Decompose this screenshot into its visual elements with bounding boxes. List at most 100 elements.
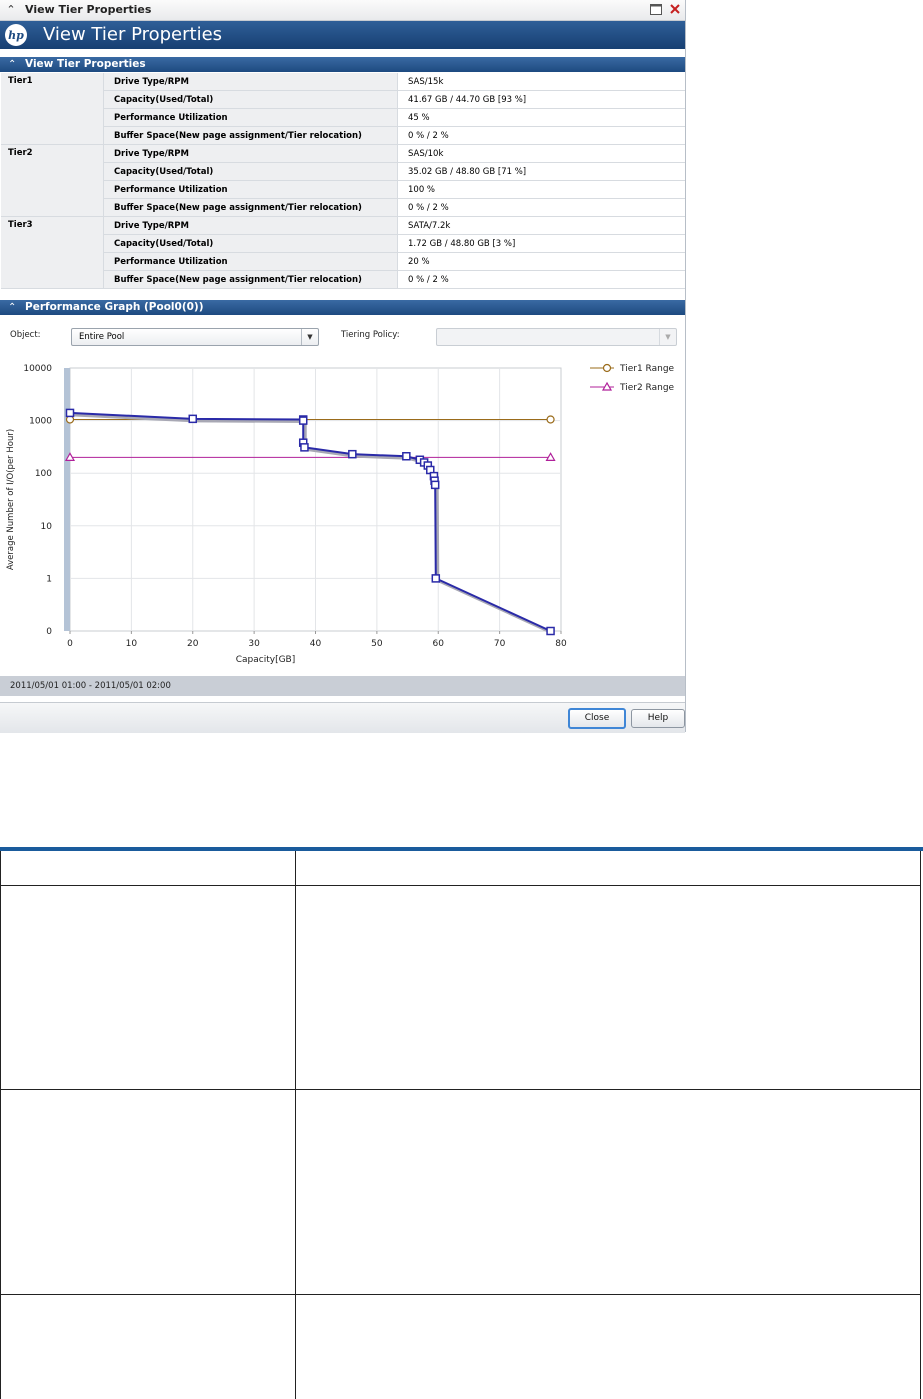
tier-name: Tier2	[1, 144, 104, 217]
data-point-square	[546, 626, 555, 636]
x-tick-label: 10	[126, 639, 138, 649]
window-titlebar: ⌃ View Tier Properties	[0, 0, 685, 21]
data-point-square	[188, 414, 197, 424]
x-tick-label: 40	[310, 639, 322, 649]
collapse-double-chevron-icon[interactable]: ⌃	[4, 3, 18, 17]
tier-property-row: Capacity(Used/Total) 41.67 GB / 44.70 GB …	[1, 90, 685, 109]
x-tick-label: 60	[433, 639, 445, 649]
property-value: 0 % / 2 %	[397, 198, 685, 217]
property-value: 1.72 GB / 48.80 GB [3 %]	[397, 234, 685, 253]
y-tick-label: 0	[46, 627, 52, 637]
window-title: View Tier Properties	[25, 3, 152, 16]
property-label: Capacity(Used/Total)	[103, 162, 398, 181]
property-value: 41.67 GB / 44.70 GB [93 %]	[397, 90, 685, 109]
tier-properties-table: Tier1 Drive Type/RPM SAS/15k Capacity(Used/…	[1, 73, 685, 289]
property-value: 0 % / 2 %	[397, 126, 685, 145]
property-label: Buffer Space(New page assignment/Tier re…	[103, 198, 398, 217]
tier-property-row: Tier1 Drive Type/RPM SAS/15k	[1, 73, 685, 145]
x-tick-label: 0	[67, 639, 73, 649]
tier-property-row: Performance Utilization 20 %	[1, 252, 685, 271]
property-value: 0 % / 2 %	[397, 270, 685, 289]
collapse-double-chevron-icon[interactable]: ⌃	[8, 57, 16, 72]
property-value: SAS/10k	[397, 144, 685, 163]
x-tick-label: 20	[187, 639, 199, 649]
property-label: Drive Type/RPM	[103, 216, 398, 235]
x-tick-label: 50	[371, 639, 383, 649]
tier-property-row: Tier2 Drive Type/RPM SAS/10k	[1, 144, 685, 217]
property-label: Capacity(Used/Total)	[103, 234, 398, 253]
data-point-square	[431, 574, 441, 583]
plot-left-band	[64, 368, 70, 631]
x-tick-label: 70	[494, 639, 506, 649]
data-point-square	[430, 480, 440, 490]
property-value: SAS/15k	[397, 73, 685, 91]
table-row-rule	[0, 1089, 921, 1090]
tier-property-row: Performance Utilization 100 %	[1, 180, 685, 199]
performance-graph-panel: Object: Entire Pool ▼ Tiering Policy: ▼ …	[1, 316, 685, 676]
property-label: Drive Type/RPM	[103, 73, 398, 91]
data-point-circle	[546, 415, 555, 424]
banner-title: View Tier Properties	[43, 24, 223, 45]
x-axis-label: Capacity[GB]	[236, 655, 296, 665]
data-point-circle	[602, 363, 612, 373]
table-header-row	[0, 851, 923, 887]
svg-text:hp: hp	[8, 29, 24, 42]
maximize-icon	[650, 3, 662, 15]
legend-label: Tier2 Range	[619, 383, 675, 393]
properties-section-header[interactable]: ⌃ View Tier Properties	[0, 57, 685, 72]
tier-name: Tier1	[1, 73, 104, 145]
status-bar: 2011/05/01 01:00 - 2011/05/01 02:00	[0, 676, 685, 696]
tier-property-row: Capacity(Used/Total) 1.72 GB / 48.80 GB […	[1, 234, 685, 253]
hp-logo-icon: hp	[5, 24, 27, 46]
tier-property-row: Tier3 Drive Type/RPM SATA/7.2k	[1, 216, 685, 289]
tier-property-row: Buffer Space(New page assignment/Tier re…	[1, 126, 685, 145]
table-left-border	[0, 851, 1, 1399]
data-point-square	[402, 452, 411, 461]
property-label: Performance Utilization	[103, 108, 398, 127]
close-button[interactable]: Close	[568, 708, 626, 729]
property-value: 45 %	[397, 108, 685, 127]
property-label: Drive Type/RPM	[103, 144, 398, 163]
table-row-rule	[0, 1294, 921, 1295]
table-column-divider	[295, 851, 296, 1399]
banner: hp View Tier Properties	[0, 21, 685, 49]
y-tick-label: 10000	[23, 364, 52, 374]
data-point-square	[348, 449, 357, 459]
property-label: Buffer Space(New page assignment/Tier re…	[103, 126, 398, 145]
view-tier-properties-dialog: ⌃ View Tier Properties hp View Tier Prop…	[0, 0, 686, 733]
collapse-double-chevron-icon[interactable]: ⌃	[8, 300, 16, 315]
y-tick-label: 1	[46, 574, 52, 584]
data-point-square	[300, 443, 309, 452]
property-label: Buffer Space(New page assignment/Tier re…	[103, 270, 398, 289]
tier-property-row: Capacity(Used/Total) 35.02 GB / 48.80 GB …	[1, 162, 685, 181]
y-axis-label: Average Number of I/O(per Hour)	[6, 429, 16, 570]
tier-name: Tier3	[1, 216, 104, 289]
dialog-footer: Close Help	[0, 702, 685, 733]
y-tick-label: 10	[41, 522, 53, 532]
tier-property-row: Buffer Space(New page assignment/Tier re…	[1, 198, 685, 217]
property-label: Capacity(Used/Total)	[103, 90, 398, 109]
maximize-button[interactable]	[648, 1, 664, 17]
x-tick-label: 80	[555, 639, 567, 649]
performance-chart: 0 10 20 30 40 50 60 70 80 0 1 10 100 1000 10000 Capacit…	[6, 363, 675, 665]
graph-section-title: Performance Graph (Pool0(0))	[25, 301, 204, 313]
property-value: 100 %	[397, 180, 685, 199]
properties-section-title: View Tier Properties	[25, 58, 146, 70]
table-right-border	[920, 851, 921, 1399]
close-window-button[interactable]	[667, 1, 683, 17]
x-tick-label: 30	[248, 639, 260, 649]
close-icon	[670, 4, 680, 14]
table-header-rule	[0, 885, 921, 886]
property-value: SATA/7.2k	[397, 216, 685, 235]
help-button[interactable]: Help	[631, 709, 685, 728]
y-tick-label: 1000	[29, 417, 52, 427]
legend-label: Tier1 Range	[619, 364, 675, 374]
time-range-text: 2011/05/01 01:00 - 2011/05/01 02:00	[10, 681, 171, 691]
graph-section-header[interactable]: ⌃ Performance Graph (Pool0(0))	[0, 300, 685, 315]
tier-property-row: Performance Utilization 45 %	[1, 108, 685, 127]
property-value: 35.02 GB / 48.80 GB [71 %]	[397, 162, 685, 181]
data-point-square	[298, 416, 308, 425]
y-tick-label: 100	[35, 469, 52, 479]
data-point-square	[65, 408, 75, 418]
property-value: 20 %	[397, 252, 685, 271]
